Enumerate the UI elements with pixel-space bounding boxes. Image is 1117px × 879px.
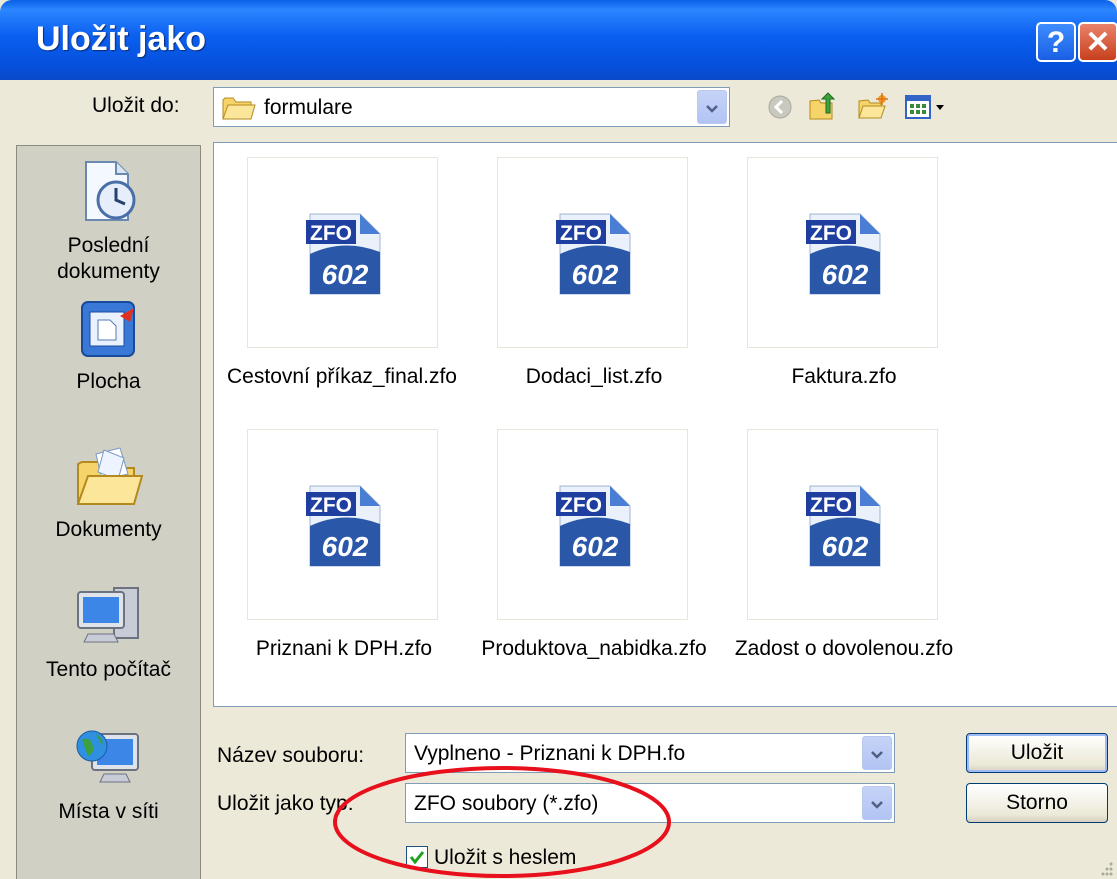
file-name: Dodaci_list.zfo [525, 365, 663, 388]
network-places-icon [17, 724, 200, 797]
file-name-input[interactable]: Vyplneno - Priznani k DPH.fo [405, 733, 895, 773]
file-type-label: Uložit jako typ: [217, 792, 354, 815]
svg-text:ZFO: ZFO [560, 222, 602, 245]
svg-text:ZFO: ZFO [310, 494, 352, 517]
new-folder-icon[interactable] [856, 90, 890, 124]
svg-text:602: 602 [572, 259, 619, 290]
zfo-file-icon: ZFO 602 [806, 485, 881, 567]
checkmark-icon [409, 851, 425, 865]
file-name: Produktova_nabidka.zfo [481, 637, 707, 660]
cancel-button[interactable]: Storno [966, 783, 1108, 823]
file-item[interactable]: ZFO 602 Cestovní příkaz_final.zfo [214, 143, 457, 403]
svg-text:ZFO: ZFO [810, 222, 852, 245]
file-item[interactable]: ZFO 602 Dodaci_list.zfo [464, 143, 704, 403]
place-network-places[interactable]: Místa v síti [17, 724, 200, 825]
title-bar[interactable]: Uložit jako ? ✕ [0, 0, 1117, 80]
file-thumbnail: ZFO 602 [747, 157, 938, 348]
back-icon[interactable] [763, 90, 797, 124]
desktop-icon [17, 298, 200, 367]
save-with-password-label: Uložit s heslem [434, 846, 577, 869]
my-computer-icon [17, 584, 200, 655]
zfo-file-icon: ZFO 602 [556, 213, 631, 295]
file-item[interactable]: ZFO 602 Zadost o dovolenou.zfo [714, 415, 954, 675]
save-with-password-checkbox[interactable] [406, 846, 428, 868]
svg-text:602: 602 [322, 259, 369, 290]
place-my-computer[interactable]: Tento počítač [17, 584, 200, 683]
svg-text:ZFO: ZFO [810, 494, 852, 517]
close-button[interactable]: ✕ [1078, 22, 1117, 62]
file-name-label: Název souboru: [217, 744, 365, 767]
zfo-file-icon: ZFO 602 [306, 213, 381, 295]
place-recent-documents[interactable]: Poslední dokumenty [17, 158, 200, 285]
file-thumbnail: ZFO 602 [247, 429, 438, 620]
save-in-value: formulare [264, 96, 353, 119]
places-bar: Poslední dokumenty Plocha Dokumenty Tent… [16, 145, 201, 879]
file-thumbnail: ZFO 602 [497, 157, 688, 348]
place-my-documents[interactable]: Dokumenty [17, 444, 200, 543]
file-thumbnail: ZFO 602 [247, 157, 438, 348]
file-thumbnail: ZFO 602 [497, 429, 688, 620]
zfo-file-icon: ZFO 602 [556, 485, 631, 567]
file-item[interactable]: ZFO 602 Produktova_nabidka.zfo [464, 415, 707, 675]
file-name: Zadost o dovolenou.zfo [734, 637, 954, 660]
my-documents-icon [17, 444, 200, 515]
file-thumbnail: ZFO 602 [747, 429, 938, 620]
save-as-dialog: Uložit jako ? ✕ Uložit do: formulare Pos… [0, 0, 1117, 879]
file-name: Cestovní příkaz_final.zfo [227, 365, 457, 388]
resize-grip-icon[interactable] [1095, 860, 1115, 878]
svg-text:602: 602 [322, 531, 369, 562]
view-menu-icon[interactable] [903, 90, 951, 124]
up-folder-icon[interactable] [806, 90, 840, 124]
recent-documents-icon [17, 158, 200, 231]
folder-icon [222, 95, 256, 126]
save-in-label: Uložit do: [92, 94, 180, 117]
place-desktop[interactable]: Plocha [17, 298, 200, 395]
svg-text:602: 602 [572, 531, 619, 562]
file-item[interactable]: ZFO 602 Priznani k DPH.zfo [214, 415, 454, 675]
file-type-dropdown[interactable]: ZFO soubory (*.zfo) [405, 783, 895, 823]
chevron-down-icon[interactable] [862, 736, 892, 770]
chevron-down-icon[interactable] [697, 90, 727, 124]
svg-text:602: 602 [822, 259, 869, 290]
file-list[interactable]: ZFO 602 Cestovní příkaz_final.zfo ZFO 60… [213, 142, 1117, 707]
svg-text:ZFO: ZFO [310, 222, 352, 245]
save-button[interactable]: Uložit [966, 733, 1108, 773]
file-item[interactable]: ZFO 602 Faktura.zfo [714, 143, 954, 403]
dialog-title: Uložit jako [36, 20, 207, 58]
svg-text:ZFO: ZFO [560, 494, 602, 517]
save-in-dropdown[interactable]: formulare [213, 87, 730, 127]
help-button[interactable]: ? [1036, 22, 1076, 62]
zfo-file-icon: ZFO 602 [306, 485, 381, 567]
zfo-file-icon: ZFO 602 [806, 213, 881, 295]
file-name: Faktura.zfo [791, 365, 897, 388]
svg-text:602: 602 [822, 531, 869, 562]
file-name: Priznani k DPH.zfo [255, 637, 433, 660]
chevron-down-icon[interactable] [862, 786, 892, 820]
